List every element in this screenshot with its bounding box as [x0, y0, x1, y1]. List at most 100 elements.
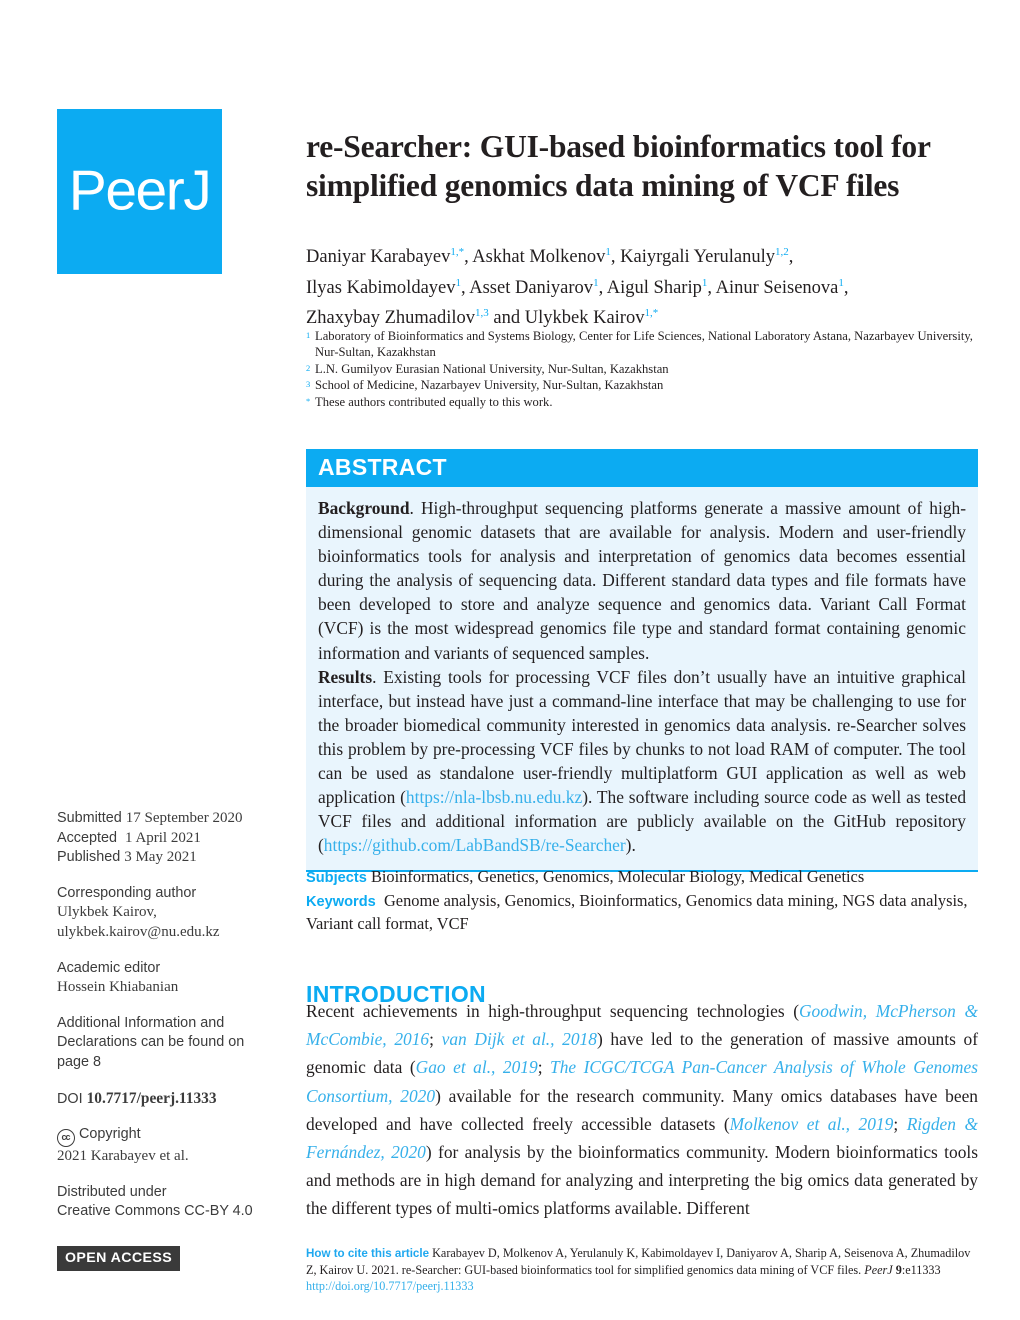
- corresponding-author-group: Corresponding author Ulykbek Kairov, uly…: [57, 884, 297, 943]
- subjects-keywords-block: Subjects Bioinformatics, Genetics, Genom…: [306, 866, 978, 936]
- affiliation-marker: *: [306, 395, 311, 406]
- author-name: , Askhat Molkenov: [464, 247, 606, 268]
- academic-editor-group: Academic editor Hossein Khiabanian: [57, 959, 297, 998]
- abstract-background-paragraph: Background. High-throughput sequencing p…: [318, 496, 966, 665]
- author-affiliation-marker: 1,*: [450, 246, 465, 258]
- additional-info-line-1: Additional Information and: [57, 1014, 225, 1031]
- intro-text-4: ;: [537, 1057, 551, 1078]
- author-line-2: Ilyas Kabimoldayev1, Asset Daniyarov1, A…: [306, 271, 978, 302]
- keywords-line: Keywords Genome analysis, Genomics, Bioi…: [306, 890, 978, 936]
- author-line-1: Daniyar Karabayev1,*, Askhat Molkenov1, …: [306, 240, 978, 271]
- how-to-cite-footer: How to cite this article Karabayev D, Mo…: [306, 1245, 978, 1295]
- intro-text-2: ;: [429, 1029, 442, 1050]
- citation-link[interactable]: van Dijk et al., 2018: [442, 1029, 597, 1049]
- keywords-value: Genome analysis, Genomics, Bioinformatic…: [306, 890, 968, 934]
- author-name: , Kaiyrgali Yerulanuly: [610, 247, 775, 268]
- subjects-value: Bioinformatics, Genetics, Genomics, Mole…: [370, 867, 865, 886]
- academic-editor-name: Hossein Khiabanian: [57, 979, 179, 996]
- published-label: Published: [57, 849, 121, 866]
- doi-row: DOI 10.7717/peerj.11333: [57, 1089, 297, 1110]
- author-name: , Ainur Seisenova: [707, 277, 839, 298]
- how-to-cite-label: How to cite this article: [306, 1247, 430, 1260]
- open-access-badge: OPEN ACCESS: [57, 1245, 181, 1271]
- affiliation-item: * These authors contributed equally to th…: [306, 394, 978, 410]
- copyright-label: Copyright: [79, 1126, 141, 1143]
- affiliation-marker: 2: [306, 362, 311, 373]
- accepted-value: 1 April 2021: [125, 829, 201, 846]
- affiliation-text: L.N. Gumilyov Eurasian National Universi…: [315, 361, 669, 376]
- additional-information-group: Additional Information and Declarations …: [57, 1014, 297, 1073]
- subjects-label: Subjects: [306, 870, 367, 886]
- publication-dates-group: Submitted 17 September 2020 Accepted 1 A…: [57, 809, 297, 868]
- journal-name: PeerJ: [864, 1263, 893, 1278]
- peerj-logo: PeerJ: [57, 109, 222, 274]
- github-repository-link[interactable]: https://github.com/LabBandSB/re-Searcher: [324, 835, 626, 855]
- author-affiliation-marker: 1,3: [475, 307, 489, 320]
- abstract-results-paragraph: Results. Existing tools for processing V…: [318, 665, 966, 858]
- creative-commons-icon: cc: [57, 1129, 75, 1148]
- doi-value[interactable]: 10.7717/peerj.11333: [87, 1090, 217, 1107]
- author-separator: ,: [788, 247, 794, 268]
- published-row: Published 3 May 2021: [57, 848, 297, 868]
- corresponding-author-label: Corresponding author: [57, 884, 197, 901]
- license-line-1: Distributed under: [57, 1183, 167, 1200]
- author-name: , Asset Daniyarov: [461, 277, 594, 298]
- author-list: Daniyar Karabayev1,*, Askhat Molkenov1, …: [306, 240, 978, 332]
- published-value: 3 May 2021: [124, 849, 197, 866]
- author-affiliation-marker: 1,*: [644, 307, 659, 320]
- peerj-logo-j: J: [183, 157, 212, 222]
- article-number: :e11333: [901, 1263, 941, 1278]
- academic-editor-label: Academic editor: [57, 959, 161, 976]
- abstract-body: Background. High-throughput sequencing p…: [306, 487, 978, 873]
- corresponding-author-name: Ulykbek Kairov,: [57, 904, 157, 921]
- keywords-label: Keywords: [306, 893, 376, 910]
- abstract-heading: ABSTRACT: [306, 449, 978, 487]
- corresponding-author-email[interactable]: ulykbek.kairov@nu.edu.kz: [57, 923, 297, 943]
- footer-doi-link[interactable]: http://doi.org/10.7717/peerj.11333: [306, 1278, 978, 1294]
- author-name: , Aigul Sharip: [598, 277, 702, 298]
- introduction-body: Recent achievements in high-throughput s…: [306, 997, 978, 1223]
- affiliation-text: Laboratory of Bioinformatics and Systems…: [315, 329, 973, 360]
- license-group: Distributed under Creative Commons CC-BY…: [57, 1183, 297, 1222]
- subjects-line: Subjects Bioinformatics, Genetics, Genom…: [306, 866, 978, 890]
- additional-info-line-3: page 8: [57, 1053, 102, 1070]
- affiliation-text: School of Medicine, Nazarbayev Universit…: [315, 378, 664, 393]
- copyright-row: cc Copyright: [57, 1125, 297, 1148]
- author-separator: ,: [843, 277, 849, 298]
- page-title: re-Searcher: GUI-based bioinformatics to…: [306, 129, 931, 204]
- affiliation-item: 2 L.N. Gumilyov Eurasian National Univers…: [306, 361, 978, 377]
- abstract-background-text: . High-throughput sequencing platforms g…: [318, 498, 966, 663]
- doi-group: DOI 10.7717/peerj.11333: [57, 1089, 297, 1110]
- peerj-logo-text: PeerJ: [57, 161, 222, 219]
- introduction-paragraph: Recent achievements in high-throughput s…: [306, 997, 978, 1223]
- citation-link[interactable]: Gao et al., 2019: [416, 1057, 538, 1077]
- web-application-link[interactable]: https://nla-lbsb.nu.edu.kz: [406, 787, 582, 807]
- additional-info-line-2: Declarations can be found on: [57, 1034, 245, 1051]
- copyright-group: cc Copyright 2021 Karabayev et al.: [57, 1125, 297, 1167]
- doi-label: DOI: [57, 1090, 83, 1107]
- affiliation-item: 1 Laboratory of Bioinformatics and System…: [306, 328, 978, 361]
- abstract-section: ABSTRACT Background. High-throughput seq…: [306, 449, 978, 873]
- author-affiliation-marker: 1,2: [775, 246, 789, 258]
- intro-text-1: Recent achievements in high-throughput s…: [306, 1001, 799, 1021]
- article-metadata-sidebar: Submitted 17 September 2020 Accepted 1 A…: [57, 809, 297, 1271]
- accepted-label: Accepted: [57, 829, 118, 846]
- author-name: and Ulykbek Kairov: [488, 308, 645, 329]
- affiliation-text: These authors contributed equally to thi…: [315, 394, 553, 409]
- peerj-logo-brand: Peer: [68, 157, 185, 222]
- abstract-background-label: Background: [318, 498, 410, 518]
- abstract-results-label: Results: [318, 666, 373, 687]
- copyright-holder: 2021 Karabayev et al.: [57, 1148, 189, 1165]
- abstract-results-text-3: ).: [625, 835, 636, 856]
- affiliation-list: 1 Laboratory of Bioinformatics and System…: [306, 328, 978, 410]
- submitted-value: 17 September 2020: [125, 810, 243, 826]
- submitted-label: Submitted: [57, 810, 122, 826]
- intro-text-6: ;: [893, 1113, 907, 1134]
- license-line-2: Creative Commons CC-BY 4.0: [57, 1203, 253, 1220]
- affiliation-item: 3 School of Medicine, Nazarbayev Universi…: [306, 377, 978, 393]
- author-name: Zhaxybay Zhumadilov: [306, 308, 476, 329]
- citation-link[interactable]: Molkenov et al., 2019: [730, 1114, 894, 1134]
- affiliation-marker: 1: [306, 330, 311, 340]
- author-name: Daniyar Karabayev: [306, 247, 451, 268]
- affiliation-marker: 3: [306, 379, 311, 390]
